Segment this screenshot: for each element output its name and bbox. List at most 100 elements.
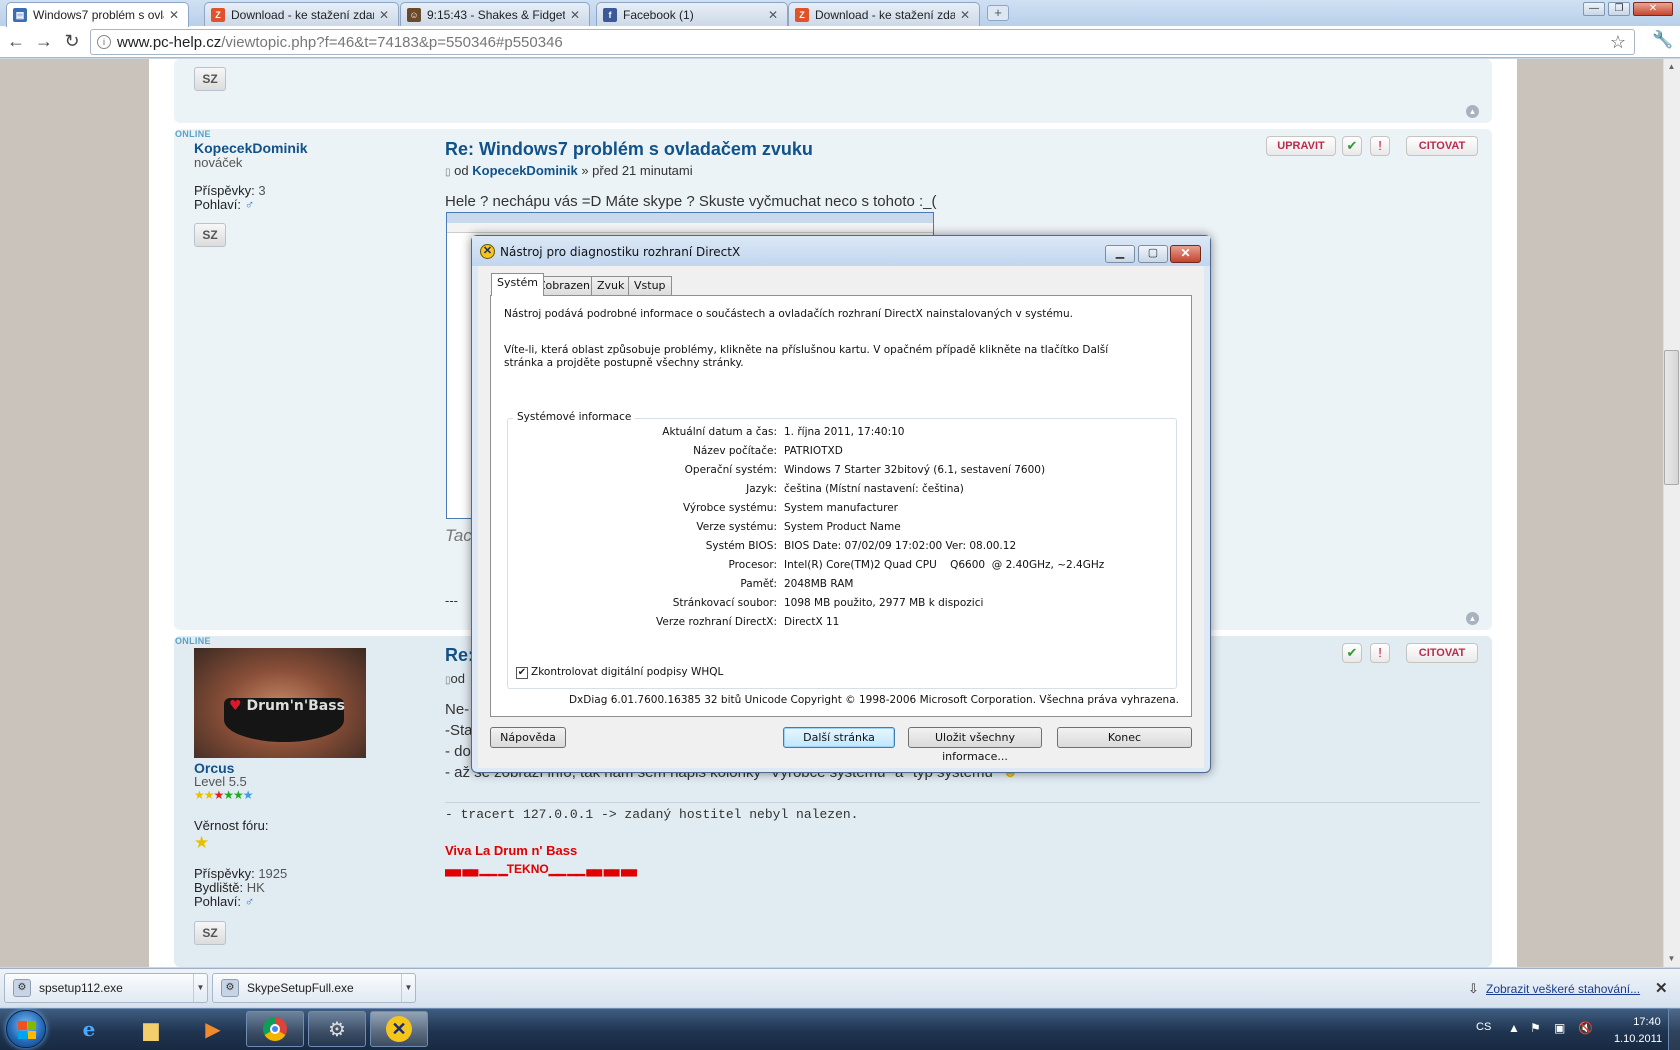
show-all-downloads-link[interactable]: Zobrazit veškeré stahování... [1486,982,1640,996]
info-key: Aktuální datum a čas: [662,426,777,438]
whql-label[interactable]: Zkontrolovat digitální podpisy WHQL [531,666,723,679]
info-key: Stránkovací soubor: [672,597,777,609]
reload-icon[interactable]: ↻ [60,30,84,54]
info-value: DirectX 11 [784,616,840,628]
user-rank: nováček [194,155,243,170]
page-scrollbar[interactable] [1663,59,1680,967]
scroll-down-icon[interactable]: ▼ [1664,952,1679,966]
download-item[interactable]: ⚙ SkypeSetupFull.exe ▼ [212,973,416,1003]
info-row-processor: Procesor: Intel(R) Core(TM)2 Quad CPU Q66… [509,557,1169,573]
tab-sound[interactable]: Zvuk [591,276,631,295]
download-shelf: ⚙ spsetup112.exe ▼ ⚙ SkypeSetupFull.exe … [0,968,1680,1007]
minimize-button[interactable]: ▁ [1105,245,1135,263]
close-icon[interactable]: ✕ [569,8,581,22]
system-tab-panel: Nástroj podává podrobné informace o souč… [490,295,1192,717]
help-button[interactable]: Nápověda [490,727,566,748]
post-title[interactable]: Re: Windows7 problém s ovladačem zvuku [445,139,813,160]
setup-program-icon[interactable]: ⚙ [308,1011,366,1047]
male-icon: ♂ [244,197,255,212]
internet-explorer-icon[interactable]: e [60,1011,118,1047]
close-icon[interactable]: ✕ [378,8,390,22]
thumb-tabs [447,213,933,223]
pm-button[interactable]: SZ [194,223,226,247]
chrome-logo [263,1017,287,1041]
forward-arrow-icon[interactable]: → [32,30,56,54]
wrench-icon[interactable]: 🔧 [1652,30,1673,50]
chevron-down-icon[interactable]: ▼ [193,974,207,1002]
close-icon[interactable]: ✕ [1655,979,1668,997]
pm-button[interactable]: SZ [194,67,226,91]
tab-system[interactable]: Systém [491,273,545,296]
tab-input[interactable]: Vstup [628,276,672,295]
url-domain: www.pc-help.cz [117,33,222,51]
checkmark-icon[interactable]: ✔ [1342,643,1362,663]
back-to-top-icon[interactable]: ▲ [1466,612,1479,625]
residence-value: HK [246,880,265,895]
page-info-icon[interactable]: i [97,35,111,49]
close-icon[interactable]: ✕ [168,8,180,22]
tab-1[interactable]: Z Download - ke stažení zdarm ✕ [204,2,399,26]
save-all-button[interactable]: Uložit všechny informace... [908,727,1042,763]
network-icon[interactable]: ▣ [1554,1021,1565,1035]
post-text-line: Ne- [445,701,470,718]
quote-button[interactable]: CITOVAT [1406,643,1478,663]
warning-icon[interactable]: ! [1370,136,1390,156]
language-indicator[interactable]: CS [1476,1021,1491,1033]
dxdiag-taskbar-icon[interactable]: ✕ [370,1011,428,1047]
next-page-button[interactable]: Další stránka [783,727,895,748]
start-button[interactable] [6,1010,46,1048]
red-bars-icon: ▁▁ ▁▁ ▄▄ ▄▄ ▄▄ [548,862,637,876]
tray-expand-icon[interactable]: ▲ [1508,1021,1520,1035]
back-arrow-icon[interactable]: ← [4,30,28,54]
dxdiag-titlebar[interactable]: ✕ Nástroj pro diagnostiku rozhraní Direc… [472,236,1210,266]
meta-author[interactable]: KopecekDominik [472,163,577,178]
exit-button[interactable]: Konec [1057,727,1192,748]
close-icon[interactable]: ✕ [767,8,779,22]
action-center-flag-icon[interactable]: ⚑ [1530,1021,1541,1035]
explorer-folder-icon[interactable]: ▆ [122,1011,180,1047]
tab-2[interactable]: ☺ 9:15:43 - Shakes & Fidget - ✕ [400,2,590,26]
info-row-datetime: Aktuální datum a čas: 1. října 2011, 17:4… [509,424,1169,440]
edit-button[interactable]: UPRAVIT [1266,136,1336,156]
volume-muted-icon[interactable]: 🔇 [1578,1021,1593,1035]
clock-date[interactable]: 1.10.2011 [1606,1033,1670,1045]
bookmark-star-icon[interactable]: ☆ [1610,32,1626,53]
show-desktop-button[interactable] [1668,1008,1680,1050]
posts-value: 1925 [258,866,288,881]
quote-button[interactable]: CITOVAT [1406,136,1478,156]
info-value: 1. října 2011, 17:40:10 [784,426,905,438]
scrollbar-thumb[interactable] [1664,350,1679,485]
maximize-button[interactable]: ▢ [1138,245,1168,263]
tab-4[interactable]: Z Download - ke stažení zdarm ✕ [788,2,980,26]
pm-button[interactable]: SZ [194,921,226,945]
tab-0[interactable]: ▤ Windows7 problém s ovlad ✕ [6,2,189,27]
close-window-button[interactable]: ✕ [1633,2,1673,16]
download-item[interactable]: ⚙ spsetup112.exe ▼ [4,973,208,1003]
info-value: Intel(R) Core(TM)2 Quad CPU Q6600 @ 2.40… [784,559,1105,571]
address-bar[interactable]: i www.pc-help.cz/viewtopic.php?f=46&t=74… [90,29,1635,55]
chevron-down-icon[interactable]: ▼ [401,974,415,1002]
scroll-up-icon[interactable]: ▲ [1664,60,1679,74]
maximize-button[interactable]: ❐ [1608,2,1630,16]
info-key: Název počítače: [693,445,777,457]
minimize-button[interactable]: — [1583,2,1605,16]
thumb-toolbar [447,223,933,233]
user-posts: Příspěvky: 1925 [194,866,287,881]
post-meta: ▯od [445,671,465,686]
close-icon[interactable]: ✕ [959,8,971,22]
post-author[interactable]: KopecekDominik [194,140,308,156]
clock-time[interactable]: 17:40 [1622,1016,1672,1028]
checkmark-icon[interactable]: ✔ [1342,136,1362,156]
meta-prefix: od [454,163,469,178]
info-row-os: Operační systém: Windows 7 Starter 32bito… [509,462,1169,478]
chrome-icon[interactable] [246,1011,304,1047]
warning-icon[interactable]: ! [1370,643,1390,663]
back-to-top-icon[interactable]: ▲ [1466,105,1479,118]
new-tab-button[interactable]: + [987,5,1009,21]
close-button[interactable]: ✕ [1170,245,1201,263]
whql-checkbox[interactable]: ✔ [516,667,528,679]
tab-3[interactable]: f Facebook (1) ✕ [596,2,788,26]
info-row-bios: Systém BIOS: BIOS Date: 07/02/09 17:02:00… [509,538,1169,554]
media-player-icon[interactable]: ▶ [184,1011,242,1047]
post-title[interactable]: Re: [445,645,474,666]
